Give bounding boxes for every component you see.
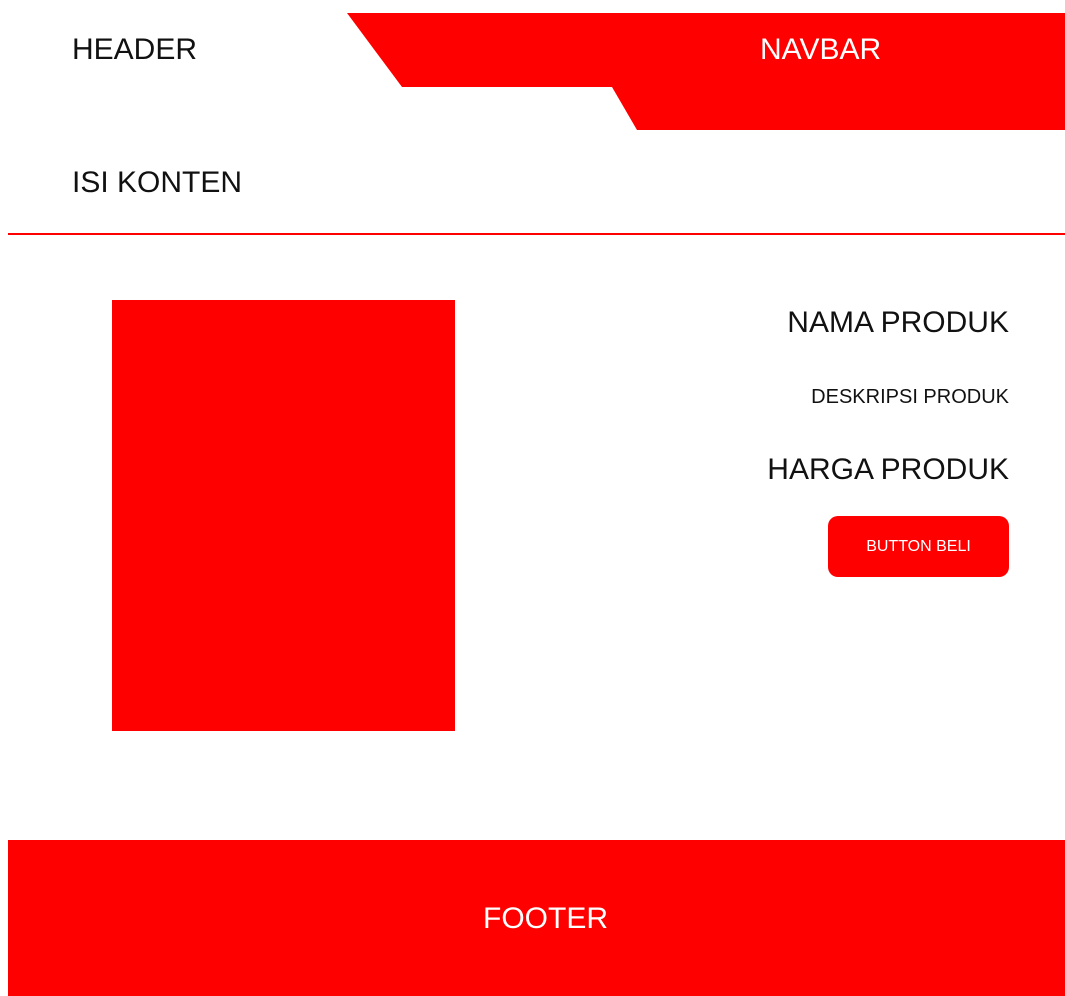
product-image [112,300,455,731]
product-price: HARGA PRODUK [767,453,1009,486]
buy-button[interactable]: BUTTON BELI [828,516,1009,577]
navbar-label[interactable]: NAVBAR [760,30,900,70]
footer-label: FOOTER [483,902,608,935]
navbar-background [347,13,1065,130]
product-description: DESKRIPSI PRODUK [811,386,1009,408]
navbar [347,13,1065,130]
content-title: ISI KONTEN [72,166,243,199]
footer: FOOTER [8,840,1065,996]
product-name: NAMA PRODUK [787,306,1009,339]
content-divider [8,233,1065,235]
